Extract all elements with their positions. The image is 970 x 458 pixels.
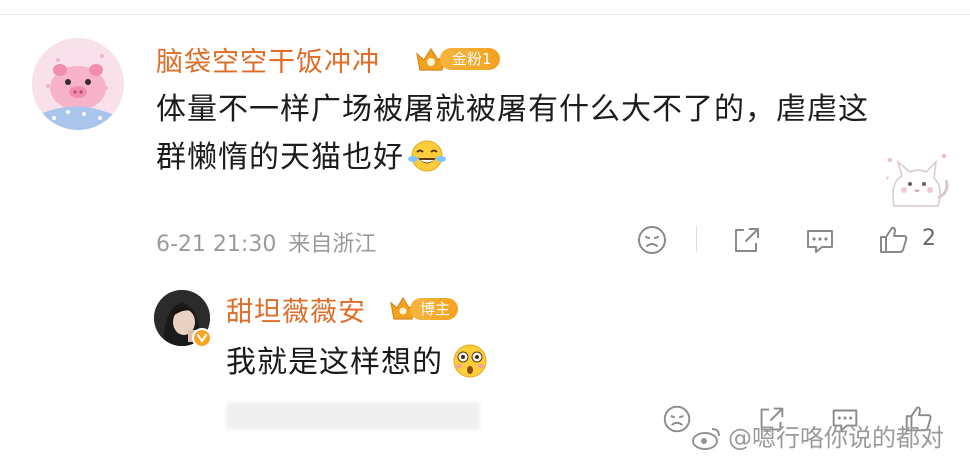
comment-text: 体量不一样广场被屠就被屠有什么大不了的，虐虐这 群懒惰的天猫也好 bbox=[156, 86, 916, 188]
comment-date: 6-21 21:30 bbox=[156, 232, 277, 257]
dislike-icon bbox=[663, 405, 691, 433]
top-divider bbox=[0, 14, 970, 15]
comment-line-2-text: 群懒惰的天猫也好 bbox=[156, 140, 404, 175]
dislike-button[interactable] bbox=[634, 222, 670, 258]
verified-badge-icon bbox=[192, 328, 212, 348]
reply-username[interactable]: 甜坦薇薇安 bbox=[226, 290, 366, 329]
pig-avatar-icon bbox=[32, 38, 124, 130]
share-button[interactable] bbox=[728, 222, 764, 258]
reply-text: 我就是这样想的 bbox=[226, 342, 489, 391]
watermark: @嗯行咯你说的都对 bbox=[692, 418, 944, 456]
watermark-text: @嗯行咯你说的都对 bbox=[728, 424, 944, 452]
action-divider bbox=[696, 226, 697, 252]
comment-line-2: 群懒惰的天猫也好 bbox=[156, 134, 916, 188]
blogger-badge[interactable]: 博主 bbox=[388, 294, 468, 322]
reply-text-content: 我就是这样想的 bbox=[226, 345, 443, 380]
comment-username[interactable]: 脑袋空空干饭冲冲 bbox=[156, 40, 380, 79]
avatar[interactable] bbox=[32, 38, 124, 130]
shocked-emoji-icon bbox=[451, 342, 489, 391]
comment-location: 来自浙江 bbox=[288, 232, 377, 257]
comment-meta: 6-21 21:30 来自浙江 bbox=[156, 226, 376, 258]
like-count: 2 bbox=[922, 226, 936, 251]
comment-line-1: 体量不一样广场被屠就被屠有什么大不了的，虐虐这 bbox=[156, 92, 869, 127]
weibo-logo-icon bbox=[692, 426, 722, 456]
cat-decoration-icon bbox=[880, 148, 952, 214]
comment-icon bbox=[807, 230, 833, 253]
reply-dislike-button[interactable] bbox=[660, 402, 694, 436]
share-icon bbox=[735, 228, 759, 252]
like-icon bbox=[880, 226, 908, 253]
comment-button[interactable] bbox=[802, 222, 838, 258]
laugh-cry-emoji-icon bbox=[408, 139, 446, 188]
fan-badge-label: 金粉1 bbox=[440, 48, 500, 70]
blogger-badge-label: 博主 bbox=[410, 298, 459, 320]
like-button[interactable] bbox=[876, 222, 912, 258]
dislike-icon bbox=[638, 226, 666, 254]
blurred-meta bbox=[226, 402, 480, 430]
fan-badge[interactable]: 金粉1 bbox=[414, 44, 500, 72]
